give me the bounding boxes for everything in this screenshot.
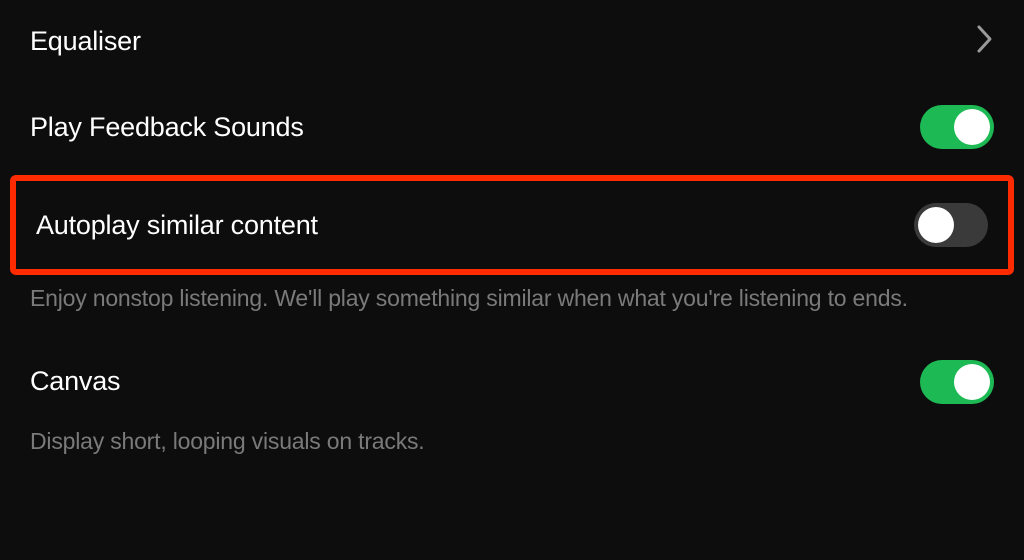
equaliser-row[interactable]: Equaliser (0, 10, 1024, 73)
toggle-knob (954, 364, 990, 400)
toggle-knob (918, 207, 954, 243)
canvas-row: Canvas (0, 346, 1024, 418)
chevron-right-icon (976, 24, 994, 59)
settings-list: Equaliser Play Feedback Sounds Autoplay … (0, 0, 1024, 476)
canvas-toggle[interactable] (920, 360, 994, 404)
autoplay-description: Enjoy nonstop listening. We'll play some… (0, 275, 1024, 334)
autoplay-highlight: Autoplay similar content (10, 175, 1014, 275)
canvas-description: Display short, looping visuals on tracks… (0, 418, 1024, 477)
autoplay-row: Autoplay similar content (16, 181, 1008, 269)
toggle-knob (954, 109, 990, 145)
autoplay-toggle[interactable] (914, 203, 988, 247)
canvas-label: Canvas (30, 366, 120, 397)
equaliser-label: Equaliser (30, 26, 141, 57)
feedback-sounds-row: Play Feedback Sounds (0, 91, 1024, 163)
feedback-sounds-label: Play Feedback Sounds (30, 112, 304, 143)
autoplay-label: Autoplay similar content (36, 210, 318, 241)
feedback-sounds-toggle[interactable] (920, 105, 994, 149)
